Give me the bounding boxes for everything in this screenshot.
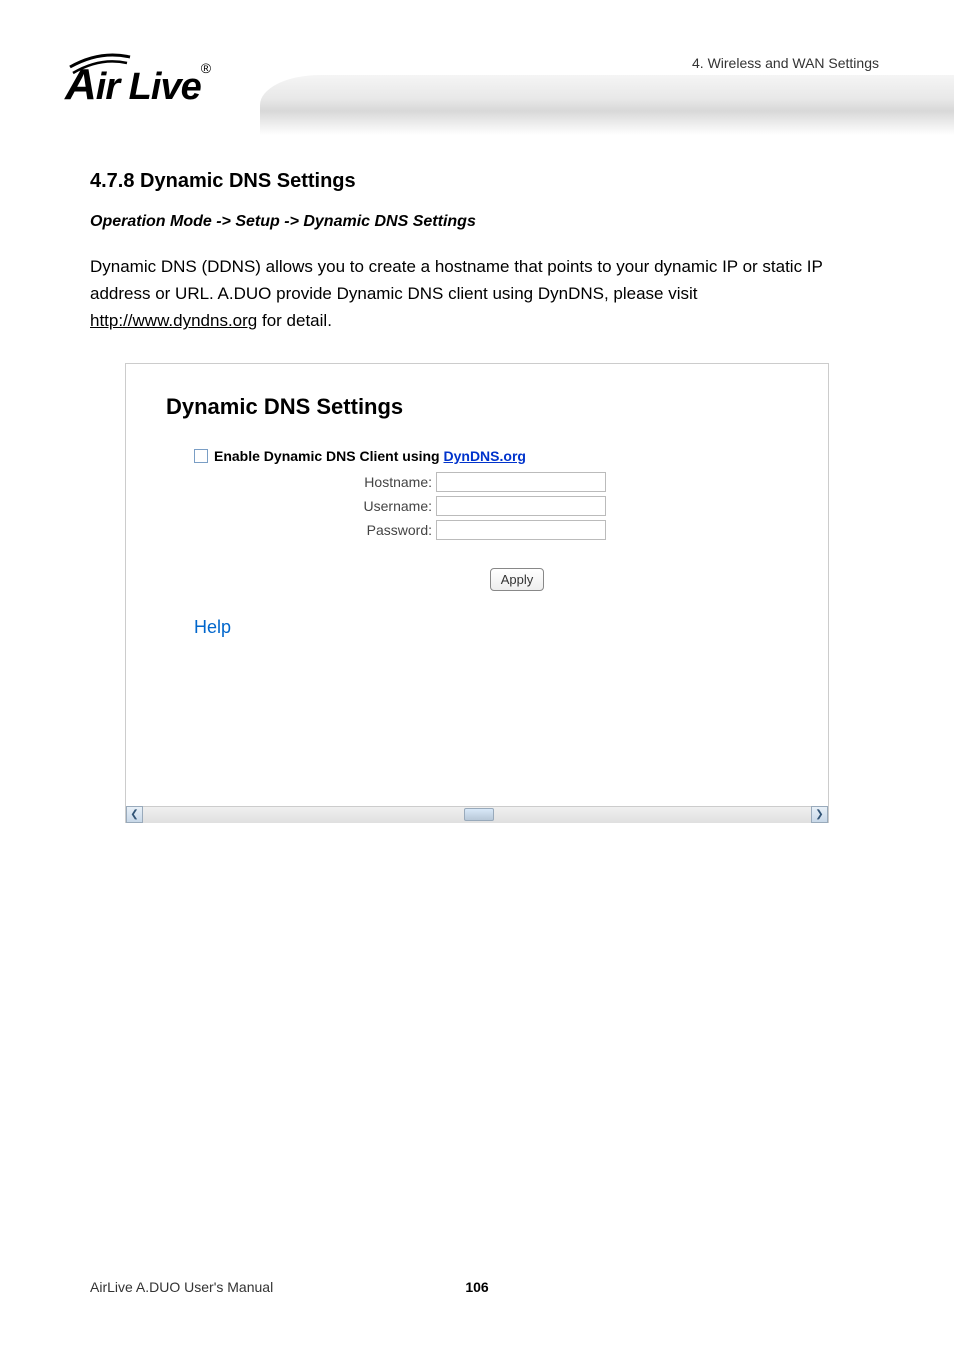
footer-manual-name: AirLive A.DUO User's Manual [90,1279,273,1295]
body-text-2: for detail. [257,311,332,330]
logo-registered-icon: ® [201,60,210,76]
chapter-label: 4. Wireless and WAN Settings [692,55,879,71]
enable-ddns-checkbox[interactable] [194,449,208,463]
body-paragraph: Dynamic DNS (DDNS) allows you to create … [90,253,864,335]
password-label: Password: [166,522,436,538]
logo-text-main: ir Live [96,66,201,108]
panel-title: Dynamic DNS Settings [166,394,788,420]
scroll-left-arrow-icon[interactable]: ❮ [126,806,143,823]
username-input[interactable] [436,496,606,516]
header-swoop [260,75,954,135]
apply-button[interactable]: Apply [490,568,545,591]
breadcrumb: Operation Mode -> Setup -> Dynamic DNS S… [90,213,864,231]
dyndns-org-link[interactable]: DynDNS.org [444,448,526,464]
hostname-label: Hostname: [166,474,436,490]
section-heading: 4.7.8 Dynamic DNS Settings [90,170,864,193]
airlive-logo: Air Live® [65,50,275,110]
horizontal-scrollbar[interactable]: ❮ ❯ [126,806,828,823]
dyndns-external-link[interactable]: http://www.dyndns.org [90,311,257,330]
hostname-input[interactable] [436,472,606,492]
help-link[interactable]: Help [194,617,788,638]
enable-label-prefix: Enable Dynamic DNS Client using [214,448,444,464]
scroll-thumb[interactable] [464,808,494,821]
logo-letter-a: A [65,60,96,109]
footer-page-number: 106 [465,1279,488,1295]
settings-panel: Dynamic DNS Settings Enable Dynamic DNS … [125,363,829,823]
body-text-1: Dynamic DNS (DDNS) allows you to create … [90,257,823,303]
scroll-track[interactable] [143,806,811,823]
username-label: Username: [166,498,436,514]
password-input[interactable] [436,520,606,540]
scroll-right-arrow-icon[interactable]: ❯ [811,806,828,823]
